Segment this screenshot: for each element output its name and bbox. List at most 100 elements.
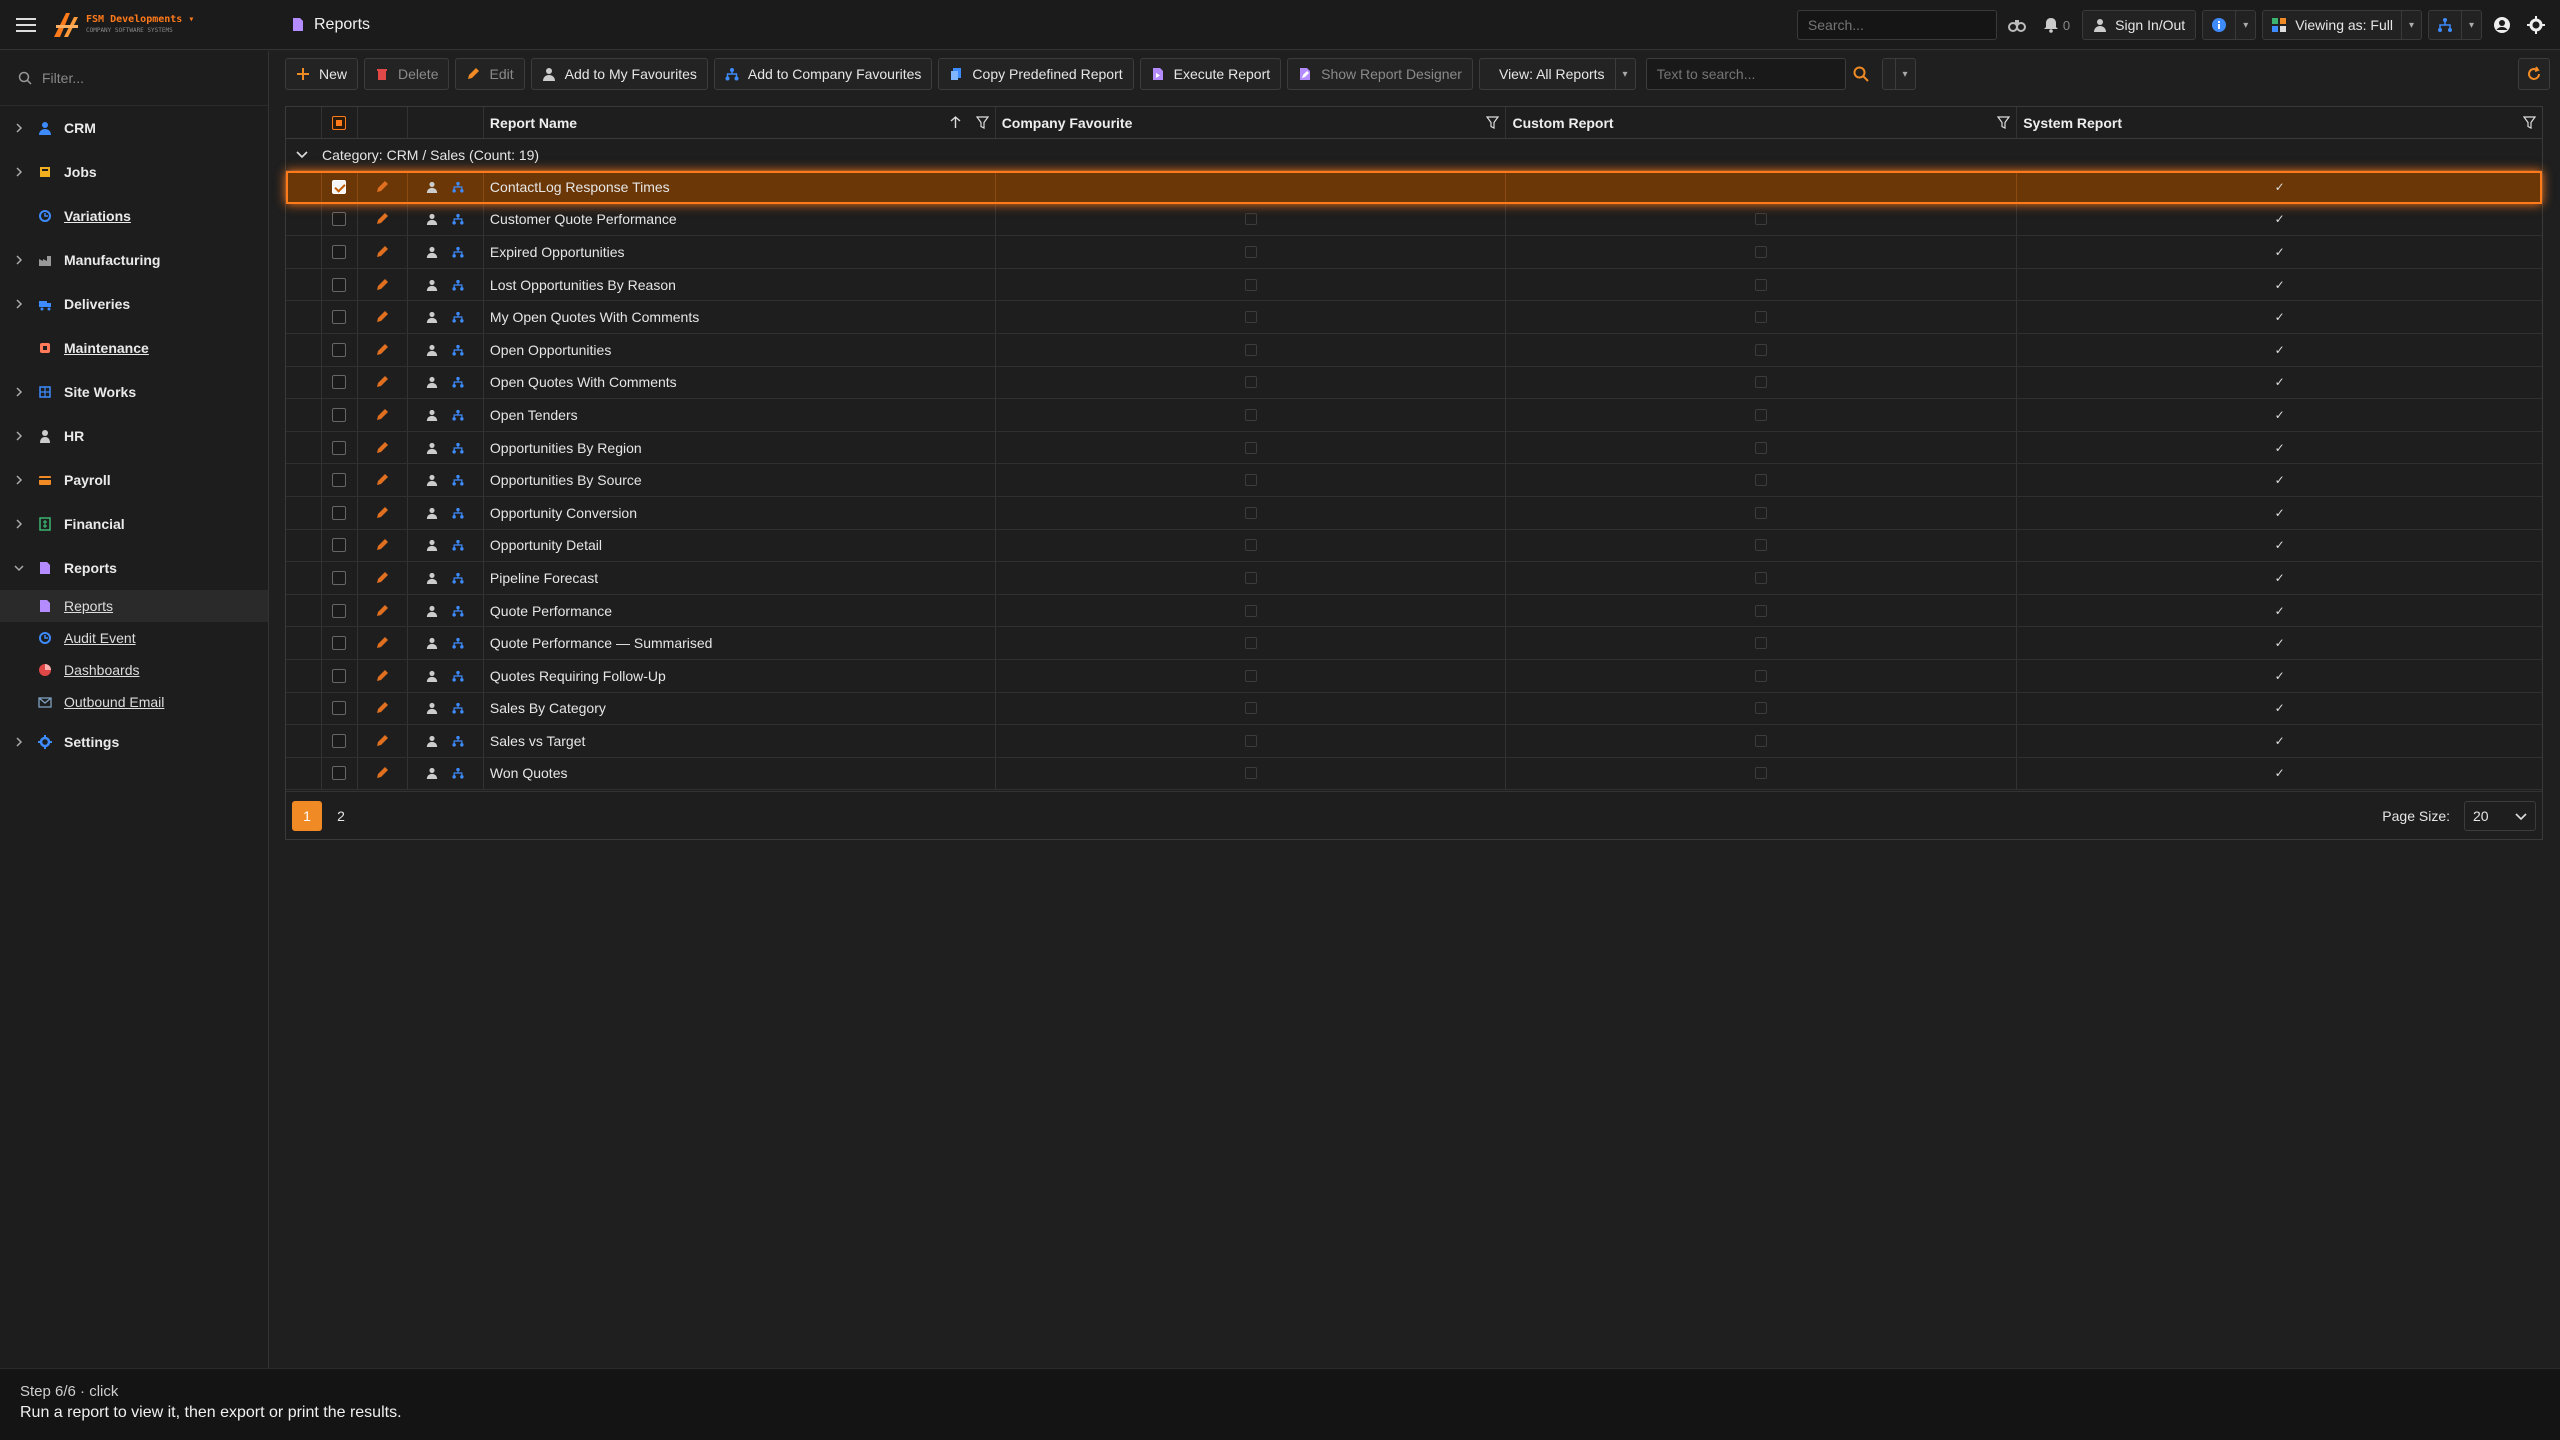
table-row[interactable]: My Open Quotes With Comments ✓	[286, 301, 2542, 334]
row-checkbox[interactable]	[322, 529, 358, 562]
hierarchy-icon[interactable]	[452, 409, 465, 421]
report-name-cell[interactable]: Quote Performance	[484, 594, 996, 627]
table-row[interactable]: Quote Performance ✓	[286, 594, 2542, 628]
row-checkbox[interactable]	[322, 692, 358, 725]
sidebar-item-financial[interactable]: Financial	[0, 502, 268, 546]
chevron-down-icon[interactable]: ▾	[2401, 11, 2421, 39]
report-name-cell[interactable]: Opportunities By Region	[484, 431, 996, 464]
global-search-input[interactable]	[1796, 10, 1997, 40]
viewing-as-menu[interactable]: Viewing as: Full ▾	[2262, 10, 2422, 40]
row-checkbox[interactable]	[322, 496, 358, 529]
row-edit-pencil-icon[interactable]	[358, 692, 408, 725]
table-row[interactable]: Opportunity Conversion ✓	[286, 496, 2542, 530]
person-icon[interactable]	[426, 507, 438, 519]
filter-icon[interactable]	[1486, 116, 1500, 129]
report-name-cell[interactable]: Lost Opportunities By Reason	[484, 268, 996, 301]
hierarchy-icon[interactable]	[452, 605, 465, 617]
report-name-cell[interactable]: Open Quotes With Comments	[484, 366, 996, 399]
report-name-cell[interactable]: Pipeline Forecast	[484, 562, 996, 594]
row-edit-pencil-icon[interactable]	[358, 725, 408, 757]
show-report-designer-button[interactable]: Show Report Designer	[1287, 58, 1473, 90]
add-to-my-favourites-button[interactable]: Add to My Favourites	[530, 58, 708, 90]
table-row[interactable]: Open Tenders ✓	[286, 399, 2542, 432]
hierarchy-icon[interactable]	[452, 181, 465, 193]
person-icon[interactable]	[426, 474, 438, 487]
person-icon[interactable]	[426, 246, 438, 258]
filter-icon[interactable]	[2522, 116, 2536, 129]
new-button[interactable]: New	[285, 58, 359, 90]
row-edit-pencil-icon[interactable]	[358, 529, 408, 562]
row-edit-pencil-icon[interactable]	[358, 268, 408, 301]
hierarchy-icon[interactable]	[452, 637, 465, 649]
hierarchy-icon[interactable]	[452, 246, 465, 258]
sidebar-subitem-audit-event[interactable]: Audit Event	[0, 622, 268, 654]
sidebar-item-manufacturing[interactable]: Manufacturing	[0, 238, 268, 282]
row-checkbox[interactable]	[322, 268, 358, 301]
delete-button[interactable]: Delete	[364, 58, 450, 90]
person-icon[interactable]	[426, 637, 438, 650]
hierarchy-icon[interactable]	[452, 670, 465, 682]
row-edit-pencil-icon[interactable]	[358, 562, 408, 594]
chevron-down-icon[interactable]: ▾	[2461, 11, 2481, 39]
table-row[interactable]: Opportunities By Source ✓	[286, 464, 2542, 497]
notifications[interactable]: 0	[2037, 17, 2076, 33]
report-name-cell[interactable]: Open Opportunities	[484, 333, 996, 366]
settings-gear-icon[interactable]	[2522, 10, 2550, 40]
person-icon[interactable]	[426, 670, 438, 682]
row-checkbox[interactable]	[322, 399, 358, 431]
sort-ascending-icon[interactable]	[949, 116, 962, 129]
hamburger-menu-icon[interactable]	[0, 0, 52, 50]
table-row[interactable]: Sales By Category ✓	[286, 692, 2542, 726]
row-edit-pencil-icon[interactable]	[358, 171, 408, 203]
person-icon[interactable]	[426, 735, 438, 747]
user-account-icon[interactable]	[2488, 10, 2516, 40]
page-button[interactable]: 1	[292, 800, 322, 831]
report-name-cell[interactable]: Opportunities By Source	[484, 464, 996, 496]
hierarchy-icon[interactable]	[452, 213, 465, 225]
edit-button[interactable]: Edit	[455, 58, 525, 90]
sidebar-item-hr[interactable]: HR	[0, 414, 268, 458]
report-name-cell[interactable]: Expired Opportunities	[484, 236, 996, 268]
row-edit-pencil-icon[interactable]	[358, 594, 408, 627]
row-checkbox[interactable]	[322, 464, 358, 496]
row-edit-pencil-icon[interactable]	[358, 464, 408, 496]
hierarchy-icon[interactable]	[452, 311, 465, 323]
table-row[interactable]: Lost Opportunities By Reason ✓	[286, 268, 2542, 302]
sign-in-out-button[interactable]: Sign In/Out	[2082, 10, 2197, 40]
row-edit-pencil-icon[interactable]	[358, 301, 408, 333]
hierarchy-icon[interactable]	[452, 767, 465, 780]
grid-search-input[interactable]	[1645, 58, 1846, 90]
sidebar-item-variations[interactable]: Variations	[0, 194, 268, 238]
column-header-system-report[interactable]: System Report	[2017, 107, 2542, 138]
row-checkbox[interactable]	[322, 725, 358, 757]
hierarchy-icon[interactable]	[452, 474, 465, 486]
person-icon[interactable]	[426, 572, 438, 584]
person-icon[interactable]	[426, 181, 438, 193]
report-name-cell[interactable]: Sales vs Target	[484, 725, 996, 757]
person-icon[interactable]	[426, 279, 438, 291]
report-name-cell[interactable]: Opportunity Conversion	[484, 496, 996, 529]
hierarchy-icon[interactable]	[452, 507, 465, 519]
add-to-company-favourites-button[interactable]: Add to Company Favourites	[713, 58, 933, 90]
person-icon[interactable]	[426, 409, 438, 421]
row-edit-pencil-icon[interactable]	[358, 399, 408, 431]
refresh-icon[interactable]	[2518, 58, 2550, 90]
report-name-cell[interactable]: Open Tenders	[484, 399, 996, 431]
group-row[interactable]: Category: CRM / Sales (Count: 19)	[286, 139, 2542, 171]
person-icon[interactable]	[426, 376, 438, 389]
person-icon[interactable]	[426, 311, 438, 324]
report-name-cell[interactable]: Sales By Category	[484, 692, 996, 725]
sidebar-subitem-outbound-email[interactable]: Outbound Email	[0, 686, 268, 718]
column-header-report-name[interactable]: Report Name	[484, 107, 996, 138]
table-row[interactable]: Open Quotes With Comments ✓	[286, 366, 2542, 400]
select-all-checkbox[interactable]	[322, 107, 358, 138]
row-edit-pencil-icon[interactable]	[358, 236, 408, 268]
row-edit-pencil-icon[interactable]	[358, 659, 408, 692]
sidebar-filter[interactable]: Filter...	[0, 51, 268, 106]
export-dropdown[interactable]: ▾	[1881, 58, 1916, 92]
report-name-cell[interactable]: Quotes Requiring Follow-Up	[484, 659, 996, 692]
row-checkbox[interactable]	[322, 627, 358, 659]
table-row[interactable]: ContactLog Response Times ✓	[286, 171, 2542, 204]
table-row[interactable]: Open Opportunities ✓	[286, 333, 2542, 367]
column-header-custom-report[interactable]: Custom Report	[1506, 107, 2018, 138]
